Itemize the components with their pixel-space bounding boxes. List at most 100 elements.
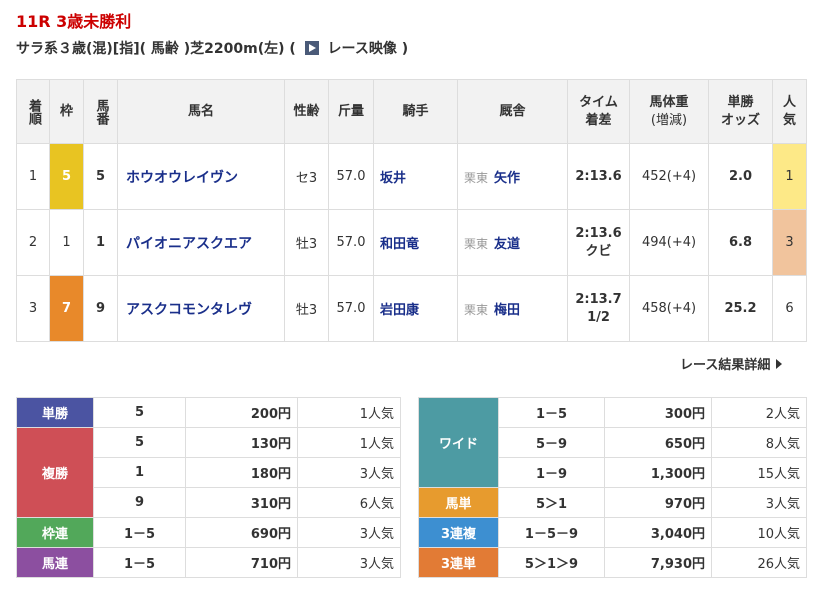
payout-combination: 5－9 bbox=[498, 427, 605, 458]
play-video-icon[interactable] bbox=[304, 41, 319, 55]
header-name: 馬名 bbox=[117, 79, 285, 144]
header-odds-line2: オッズ bbox=[720, 112, 760, 128]
payout-popularity: 8人気 bbox=[711, 427, 807, 458]
payout-row-trifecta: 3連単 5＞1＞9 7,930円 26人気 bbox=[418, 547, 807, 578]
popularity-cell: 6 bbox=[772, 275, 807, 342]
payout-amount: 200円 bbox=[185, 397, 298, 428]
table-row: 2 1 1 パイオニアスクエア 牡3 57.0 和田竜 栗東 友道 2:13.6 ク… bbox=[16, 209, 807, 276]
table-row: 3 7 9 アスクコモンタレヴ 牡3 57.0 岩田康 栗東 梅田 2:13.7 1… bbox=[16, 275, 807, 342]
bet-label-exacta: 馬単 bbox=[418, 487, 499, 518]
payout-combination: 1 bbox=[93, 457, 186, 488]
margin-value: 1/2 bbox=[587, 309, 610, 325]
header-sex-age: 性齢 bbox=[284, 79, 329, 144]
jockey-link[interactable]: 坂井 bbox=[373, 143, 458, 210]
payout-popularity: 1人気 bbox=[297, 397, 401, 428]
body-weight-cell: 458(+4) bbox=[629, 275, 709, 342]
trainer-link[interactable]: 矢作 bbox=[494, 171, 520, 186]
header-body-weight: 馬体重 (増減) bbox=[629, 79, 709, 144]
header-pop-line1: 人 bbox=[782, 94, 796, 110]
horse-name-link[interactable]: ホウオウレイヴン bbox=[117, 143, 285, 210]
horse-name-link[interactable]: アスクコモンタレヴ bbox=[117, 275, 285, 342]
header-popularity: 人気 bbox=[772, 79, 807, 144]
horse-no-cell: 5 bbox=[83, 143, 118, 210]
payout-popularity: 15人気 bbox=[711, 457, 807, 488]
payout-combination: 5 bbox=[93, 427, 186, 458]
trainer-link[interactable]: 梅田 bbox=[494, 303, 520, 318]
payout-row-exacta: 馬単 5＞1 970円 3人気 bbox=[418, 487, 807, 518]
table-row: 1 5 5 ホウオウレイヴン セ3 57.0 坂井 栗東 矢作 2:13.6 45… bbox=[16, 143, 807, 210]
payout-popularity: 3人気 bbox=[297, 457, 401, 488]
horse-no-cell: 1 bbox=[83, 209, 118, 276]
race-title: 11R 3歳未勝利 bbox=[16, 12, 132, 31]
odds-cell: 6.8 bbox=[708, 209, 773, 276]
frame-cell: 1 bbox=[49, 209, 84, 276]
race-class: サラ系３歳(混)[指]( bbox=[16, 41, 146, 57]
payout-amount: 130円 bbox=[185, 427, 298, 458]
bet-label-wide: ワイド bbox=[418, 397, 499, 488]
bet-label-trio: 3連複 bbox=[418, 517, 499, 548]
payout-popularity: 2人気 bbox=[711, 397, 807, 428]
payout-combination: 9 bbox=[93, 487, 186, 518]
video-open-paren: ( bbox=[289, 41, 296, 57]
payout-amount: 310円 bbox=[185, 487, 298, 518]
payout-popularity: 3人気 bbox=[297, 547, 401, 578]
header-odds-line1: 単勝 bbox=[727, 94, 754, 110]
time-value: 2:13.6 bbox=[575, 168, 622, 184]
frame-cell: 5 bbox=[49, 143, 84, 210]
race-video-link[interactable]: レース映像 bbox=[328, 41, 397, 57]
bet-label-bracket: 枠連 bbox=[16, 517, 94, 548]
body-weight-cell: 452(+4) bbox=[629, 143, 709, 210]
results-header-row: 着順 枠 馬番 馬名 性齢 斤量 騎手 厩舎 タイム 着差 馬体重 (増減) 単勝オ… bbox=[16, 79, 807, 144]
sex-age-cell: セ3 bbox=[284, 143, 329, 210]
results-table: 着順 枠 馬番 馬名 性齢 斤量 騎手 厩舎 タイム 着差 馬体重 (増減) 単勝オ… bbox=[16, 79, 807, 342]
odds-cell: 2.0 bbox=[708, 143, 773, 210]
popularity-cell: 3 bbox=[772, 209, 807, 276]
bet-label-place: 複勝 bbox=[16, 427, 94, 518]
header-frame: 枠 bbox=[49, 79, 84, 144]
bet-label-trifecta: 3連単 bbox=[418, 547, 499, 578]
trainer-link[interactable]: 友道 bbox=[494, 237, 520, 252]
payout-amount: 7,930円 bbox=[604, 547, 712, 578]
time-value: 2:13.7 bbox=[575, 291, 622, 307]
payout-amount: 710円 bbox=[185, 547, 298, 578]
payout-amount: 300円 bbox=[604, 397, 712, 428]
trainer-area: 栗東 bbox=[464, 237, 489, 251]
bet-label-quinella: 馬連 bbox=[16, 547, 94, 578]
header-rank: 着順 bbox=[16, 79, 50, 144]
payout-combination: 1－5 bbox=[498, 397, 605, 428]
payout-amount: 970円 bbox=[604, 487, 712, 518]
payout-popularity: 1人気 bbox=[297, 427, 401, 458]
rank-cell: 3 bbox=[16, 275, 50, 342]
payout-amount: 690円 bbox=[185, 517, 298, 548]
frame-cell: 7 bbox=[49, 275, 84, 342]
trainer-cell: 栗東 友道 bbox=[457, 209, 568, 276]
race-result-detail-link[interactable]: レース結果詳細 bbox=[680, 354, 783, 373]
header-horse-no: 馬番 bbox=[83, 79, 118, 144]
popularity-cell: 1 bbox=[772, 143, 807, 210]
jockey-link[interactable]: 岩田康 bbox=[373, 275, 458, 342]
payout-popularity: 6人気 bbox=[297, 487, 401, 518]
payout-combination: 1－5 bbox=[93, 547, 186, 578]
rank-cell: 2 bbox=[16, 209, 50, 276]
horse-name-link[interactable]: パイオニアスクエア bbox=[117, 209, 285, 276]
jockey-link[interactable]: 和田竜 bbox=[373, 209, 458, 276]
payout-popularity: 10人気 bbox=[711, 517, 807, 548]
payout-combination: 1－5 bbox=[93, 517, 186, 548]
payout-row-win: 単勝 5 200円 1人気 bbox=[16, 397, 401, 428]
time-cell: 2:13.6 bbox=[567, 143, 630, 210]
header-odds: 単勝 オッズ bbox=[708, 79, 773, 144]
payout-table-left: 単勝 5 200円 1人気 複勝 5 130円 1人気 1 180円 3人気 9… bbox=[16, 397, 401, 578]
trainer-area: 栗東 bbox=[464, 303, 489, 317]
race-weight-rule: 馬齢 bbox=[150, 41, 179, 57]
payout-table-right: ワイド 1－5 300円 2人気 5－9 650円 8人気 1－9 1,300円… bbox=[418, 397, 807, 578]
time-cell: 2:13.7 1/2 bbox=[567, 275, 630, 342]
header-jockey: 騎手 bbox=[373, 79, 458, 144]
payout-row-wide: ワイド 1－5 300円 2人気 bbox=[418, 397, 807, 488]
payout-amount: 1,300円 bbox=[604, 457, 712, 488]
race-course: )芝2200m(左) bbox=[183, 41, 285, 57]
payout-combination: 5＞1 bbox=[498, 487, 605, 518]
header-body-line2: (増減) bbox=[650, 112, 688, 128]
video-close-paren: ) bbox=[401, 41, 409, 57]
weight-cell: 57.0 bbox=[328, 143, 374, 210]
sex-age-cell: 牡3 bbox=[284, 275, 329, 342]
